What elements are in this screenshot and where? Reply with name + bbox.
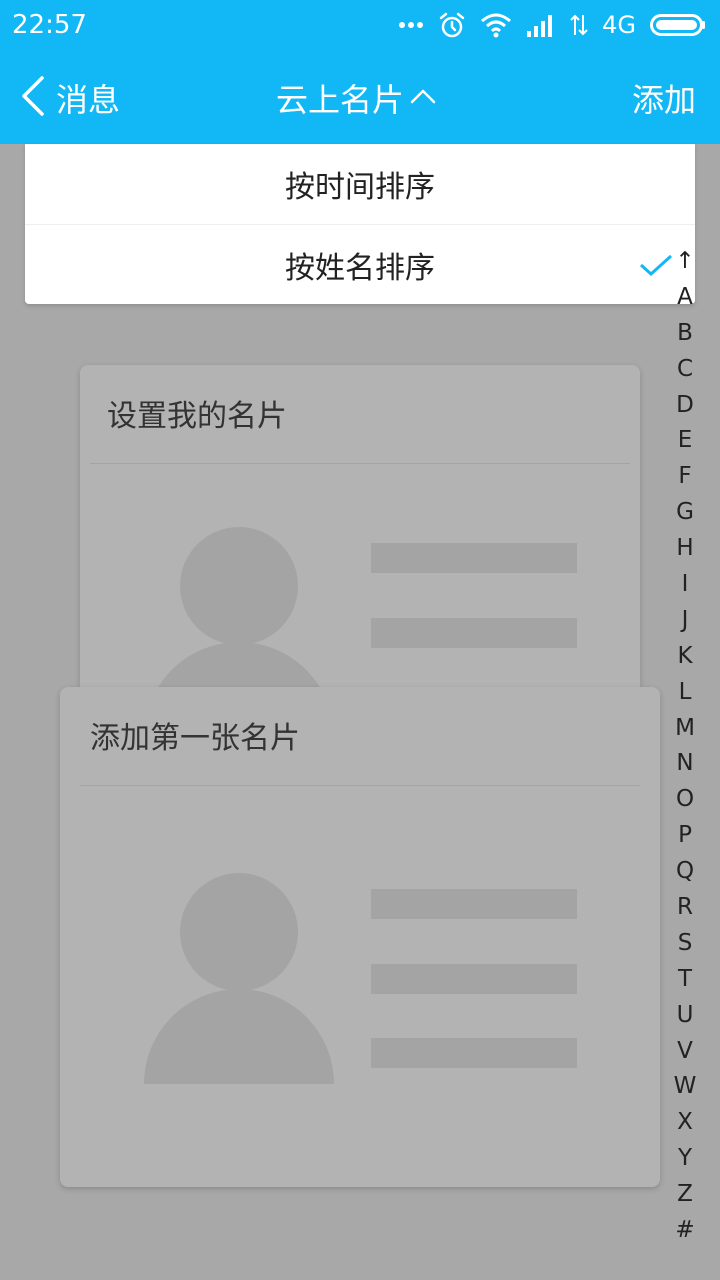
alphabet-index-letter[interactable]: F [670, 459, 700, 495]
battery-icon [650, 13, 706, 37]
more-dots-icon [398, 20, 424, 30]
page-title: 云上名片 [276, 81, 405, 119]
alphabet-index-letter[interactable]: X [670, 1105, 700, 1141]
sort-option-by-name[interactable]: 按姓名排序 [25, 224, 695, 305]
alphabet-index-letter[interactable]: A [670, 280, 700, 316]
card-title: 设置我的名片 [107, 399, 287, 434]
text-line-placeholder [371, 964, 577, 994]
nav-title-toggle[interactable]: 云上名片 [276, 52, 436, 144]
text-line-placeholder [371, 889, 577, 919]
alphabet-index-letter[interactable]: # [670, 1213, 700, 1249]
wifi-icon [480, 12, 512, 38]
back-button-label: 消息 [56, 81, 121, 119]
back-button[interactable]: 消息 [20, 52, 120, 144]
card-header: 添加第一张名片 [60, 687, 660, 785]
text-line-placeholder [371, 543, 577, 573]
alphabet-index[interactable]: ↑ A B C D E F G H I J K L M N O P Q R S T U V W X Y Z # [670, 244, 700, 1249]
alphabet-index-letter[interactable]: E [670, 423, 700, 459]
alphabet-index-letter[interactable]: C [670, 352, 700, 388]
alphabet-index-letter[interactable]: ↑ [670, 244, 700, 280]
checkmark-icon [639, 251, 673, 286]
text-line-placeholder [371, 1038, 577, 1068]
card-divider [90, 463, 630, 464]
alphabet-index-letter[interactable]: L [670, 675, 700, 711]
alphabet-index-letter[interactable]: K [670, 639, 700, 675]
alphabet-index-letter[interactable]: Q [670, 854, 700, 890]
alphabet-index-letter[interactable]: O [670, 782, 700, 818]
sort-option-by-time[interactable]: 按时间排序 [25, 144, 695, 224]
text-line-placeholder [371, 618, 577, 648]
alphabet-index-letter[interactable]: R [670, 890, 700, 926]
alarm-clock-icon [438, 11, 466, 39]
alphabet-index-letter[interactable]: Z [670, 1177, 700, 1213]
nav-bar: 消息 云上名片 添加 [0, 52, 720, 144]
card-header: 设置我的名片 [80, 365, 640, 463]
network-type: 4G [602, 11, 636, 39]
add-button[interactable]: 添加 [632, 52, 696, 144]
chevron-left-icon [20, 76, 46, 120]
data-transfer-icon [570, 13, 588, 37]
alphabet-index-letter[interactable]: Y [670, 1141, 700, 1177]
alphabet-index-letter[interactable]: T [670, 962, 700, 998]
alphabet-index-letter[interactable]: I [670, 567, 700, 603]
status-icons: 4G [398, 6, 706, 44]
alphabet-index-letter[interactable]: W [670, 1069, 700, 1105]
alphabet-index-letter[interactable]: N [670, 746, 700, 782]
alphabet-index-letter[interactable]: P [670, 818, 700, 854]
alphabet-index-letter[interactable]: J [670, 603, 700, 639]
card-title: 添加第一张名片 [90, 721, 300, 756]
alphabet-index-letter[interactable]: D [670, 388, 700, 424]
chevron-up-icon [404, 88, 436, 108]
alphabet-index-letter[interactable]: B [670, 316, 700, 352]
card-divider [80, 785, 640, 786]
status-time: 22:57 [12, 10, 87, 40]
alphabet-index-letter[interactable]: U [670, 998, 700, 1034]
alphabet-index-letter[interactable]: S [670, 926, 700, 962]
status-bar: 22:57 4G [0, 0, 720, 52]
alphabet-index-letter[interactable]: H [670, 531, 700, 567]
signal-bars-icon [526, 13, 556, 37]
sort-option-label: 按姓名排序 [285, 251, 435, 286]
alphabet-index-letter[interactable]: G [670, 495, 700, 531]
alphabet-index-letter[interactable]: M [670, 711, 700, 747]
alphabet-index-letter[interactable]: V [670, 1034, 700, 1070]
sort-option-label: 按时间排序 [285, 170, 435, 205]
add-first-card[interactable]: 添加第一张名片 [60, 687, 660, 1187]
sort-menu: 按时间排序 按姓名排序 [25, 144, 695, 304]
